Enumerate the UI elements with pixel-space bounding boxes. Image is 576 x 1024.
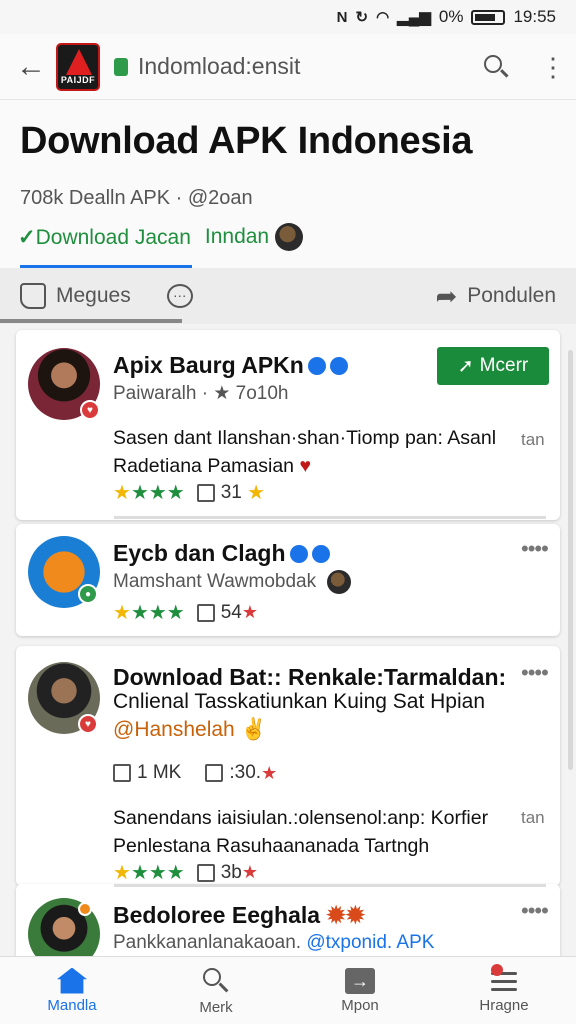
verified-link[interactable]: ✓Download Jacan	[18, 225, 191, 250]
thumbs-up-icon	[20, 283, 46, 309]
post-card[interactable]: ● Eycb dan Clagh •••• Mamshant Wawmobdak…	[16, 524, 560, 636]
verified-icon	[307, 357, 326, 375]
star-icon: ★	[113, 862, 131, 884]
post-title: Eycb dan Clagh	[113, 540, 330, 567]
post-side-label: tan	[521, 808, 545, 827]
download-icon	[205, 764, 224, 782]
heart-badge-icon: ♥	[80, 400, 100, 420]
follow-button[interactable]: ➚ Mcerr	[437, 347, 549, 385]
signal-icon: ▂▄▆	[397, 9, 431, 26]
page-subtitle: 708k Dealln APK · @2oan	[20, 187, 253, 209]
nfc-icon: N	[336, 8, 348, 26]
post-title: Apix Baurg APKn	[113, 352, 348, 379]
battery-icon	[471, 9, 506, 25]
share-icon: ➦	[435, 280, 458, 311]
download-icon	[196, 863, 215, 882]
share-button[interactable]: ➦ Pondulen	[435, 281, 556, 312]
rating-stars-icon: ★★★	[130, 602, 185, 624]
share-label: Pondulen	[467, 284, 556, 307]
page-title: Download APK Indonesia	[20, 120, 473, 162]
sync-icon: ↻	[355, 9, 369, 26]
post-title: Download Bat:: Renkale:Tarmaldan:	[113, 664, 507, 690]
action-tab-indicator	[0, 319, 182, 323]
verified-row: ✓Download Jacan Inndan	[18, 223, 304, 251]
avatar[interactable]	[275, 223, 304, 251]
wifi-icon: ◠	[376, 9, 390, 26]
battery-level: 0%	[438, 7, 464, 26]
post-meta: Mamshant Wawmobdak	[113, 570, 352, 594]
secure-lock-icon	[114, 57, 128, 76]
divider	[114, 884, 546, 887]
heart-badge-icon: ♥	[78, 714, 98, 734]
sun-icon: ✹✹	[326, 902, 366, 928]
more-options-icon[interactable]: ••••	[521, 660, 549, 686]
star-icon: ★	[241, 862, 259, 882]
user-handle-link[interactable]: @Hanshelah	[113, 718, 235, 741]
post-meta: Paiwaralh · ★ 7o10h	[113, 383, 289, 404]
post-card[interactable]: ♥ Download Bat:: Renkale:Tarmaldan: Cnli…	[16, 646, 560, 886]
post-card[interactable]: ♥ Apix Baurg APKn Paiwaralh · ★ 7o10h ➚ M…	[16, 330, 560, 520]
post-side-label: tan	[521, 430, 545, 449]
post-body: Sasen dant Ilanshan·shan·Tiomp pan: Asan…	[113, 427, 497, 477]
page-header: Download APK Indonesia 708k Dealln APK ·…	[0, 100, 576, 268]
nav-menu[interactable]: Hragne	[432, 957, 576, 1024]
divider	[114, 516, 546, 519]
app-logo: PAIJDF	[56, 42, 100, 91]
menu-icon	[489, 963, 519, 994]
download-icon	[113, 764, 131, 782]
status-bar: N ↻ ◠ ▂▄▆ 0% 19:55	[0, 0, 576, 34]
nav-export[interactable]: → Mpon	[288, 957, 432, 1024]
star-icon: ★	[261, 762, 278, 783]
post-stats: ★ ★★★ 3b ★	[113, 861, 259, 885]
post-title: Bedoloree Eeghala ✹✹	[113, 902, 366, 928]
back-arrow-icon[interactable]: ←	[16, 50, 50, 84]
star-icon: ★	[247, 482, 266, 504]
nav-home[interactable]: Mandla	[0, 957, 144, 1024]
status-badge-icon	[78, 902, 92, 916]
verified-icon	[289, 545, 308, 563]
post-stats: ★ ★★★ 31 ★	[113, 481, 266, 505]
post-stats: 1 MK :30. ★	[113, 762, 277, 784]
star-icon: ★	[113, 482, 131, 504]
verified-icon	[311, 545, 330, 563]
star-icon: ★	[113, 602, 131, 624]
more-options-icon[interactable]: ••••	[521, 898, 549, 924]
check-icon: ✓	[18, 225, 36, 249]
more-options-icon[interactable]: ⋮	[540, 54, 566, 80]
status-time: 19:55	[513, 7, 556, 26]
download-icon	[196, 603, 215, 622]
comment-icon[interactable]	[166, 284, 193, 308]
rating-stars-icon: ★★★	[130, 862, 185, 884]
indo-link[interactable]: Inndan	[205, 225, 269, 249]
search-icon[interactable]	[480, 51, 512, 83]
action-bar: Megues ➦ Pondulen	[0, 268, 576, 324]
more-options-icon[interactable]: ••••	[521, 536, 549, 562]
status-badge-icon: ●	[78, 584, 98, 604]
star-icon: ★	[241, 602, 259, 622]
post-title-line2: Cnlienal Tasskatiunkan Kuing Sat Hpian @…	[113, 690, 486, 741]
url-field[interactable]: Indomload:ensit	[138, 53, 480, 80]
export-icon: →	[345, 967, 375, 994]
download-icon	[196, 483, 215, 502]
bottom-nav: Mandla Merk → Mpon Hragne	[0, 956, 576, 1024]
avatar[interactable]	[327, 570, 352, 594]
mention-link[interactable]: @txponid. APK	[306, 932, 434, 953]
post-meta: Pankkananlanakaoan. @txponid. APK	[113, 932, 435, 953]
rating-stars-icon: ★★★	[130, 482, 185, 504]
post-stats: ★ ★★★ 54 ★	[113, 601, 259, 625]
heart-icon: ♥	[299, 455, 312, 477]
app-bar: ← PAIJDF Indomload:ensit ⋮	[0, 34, 576, 100]
hand-icon: ✌	[240, 718, 267, 741]
home-icon	[57, 967, 87, 994]
nav-search[interactable]: Merk	[144, 957, 288, 1024]
scrollbar[interactable]	[568, 350, 573, 770]
megaphone-icon: ➚	[457, 355, 474, 377]
verified-icon	[329, 357, 348, 375]
search-icon	[201, 966, 231, 996]
like-label: Megues	[56, 284, 131, 307]
like-button[interactable]: Megues	[20, 283, 131, 309]
post-body: Sanendans iaisiulan.:olensenol:anp: Korf…	[113, 807, 489, 857]
